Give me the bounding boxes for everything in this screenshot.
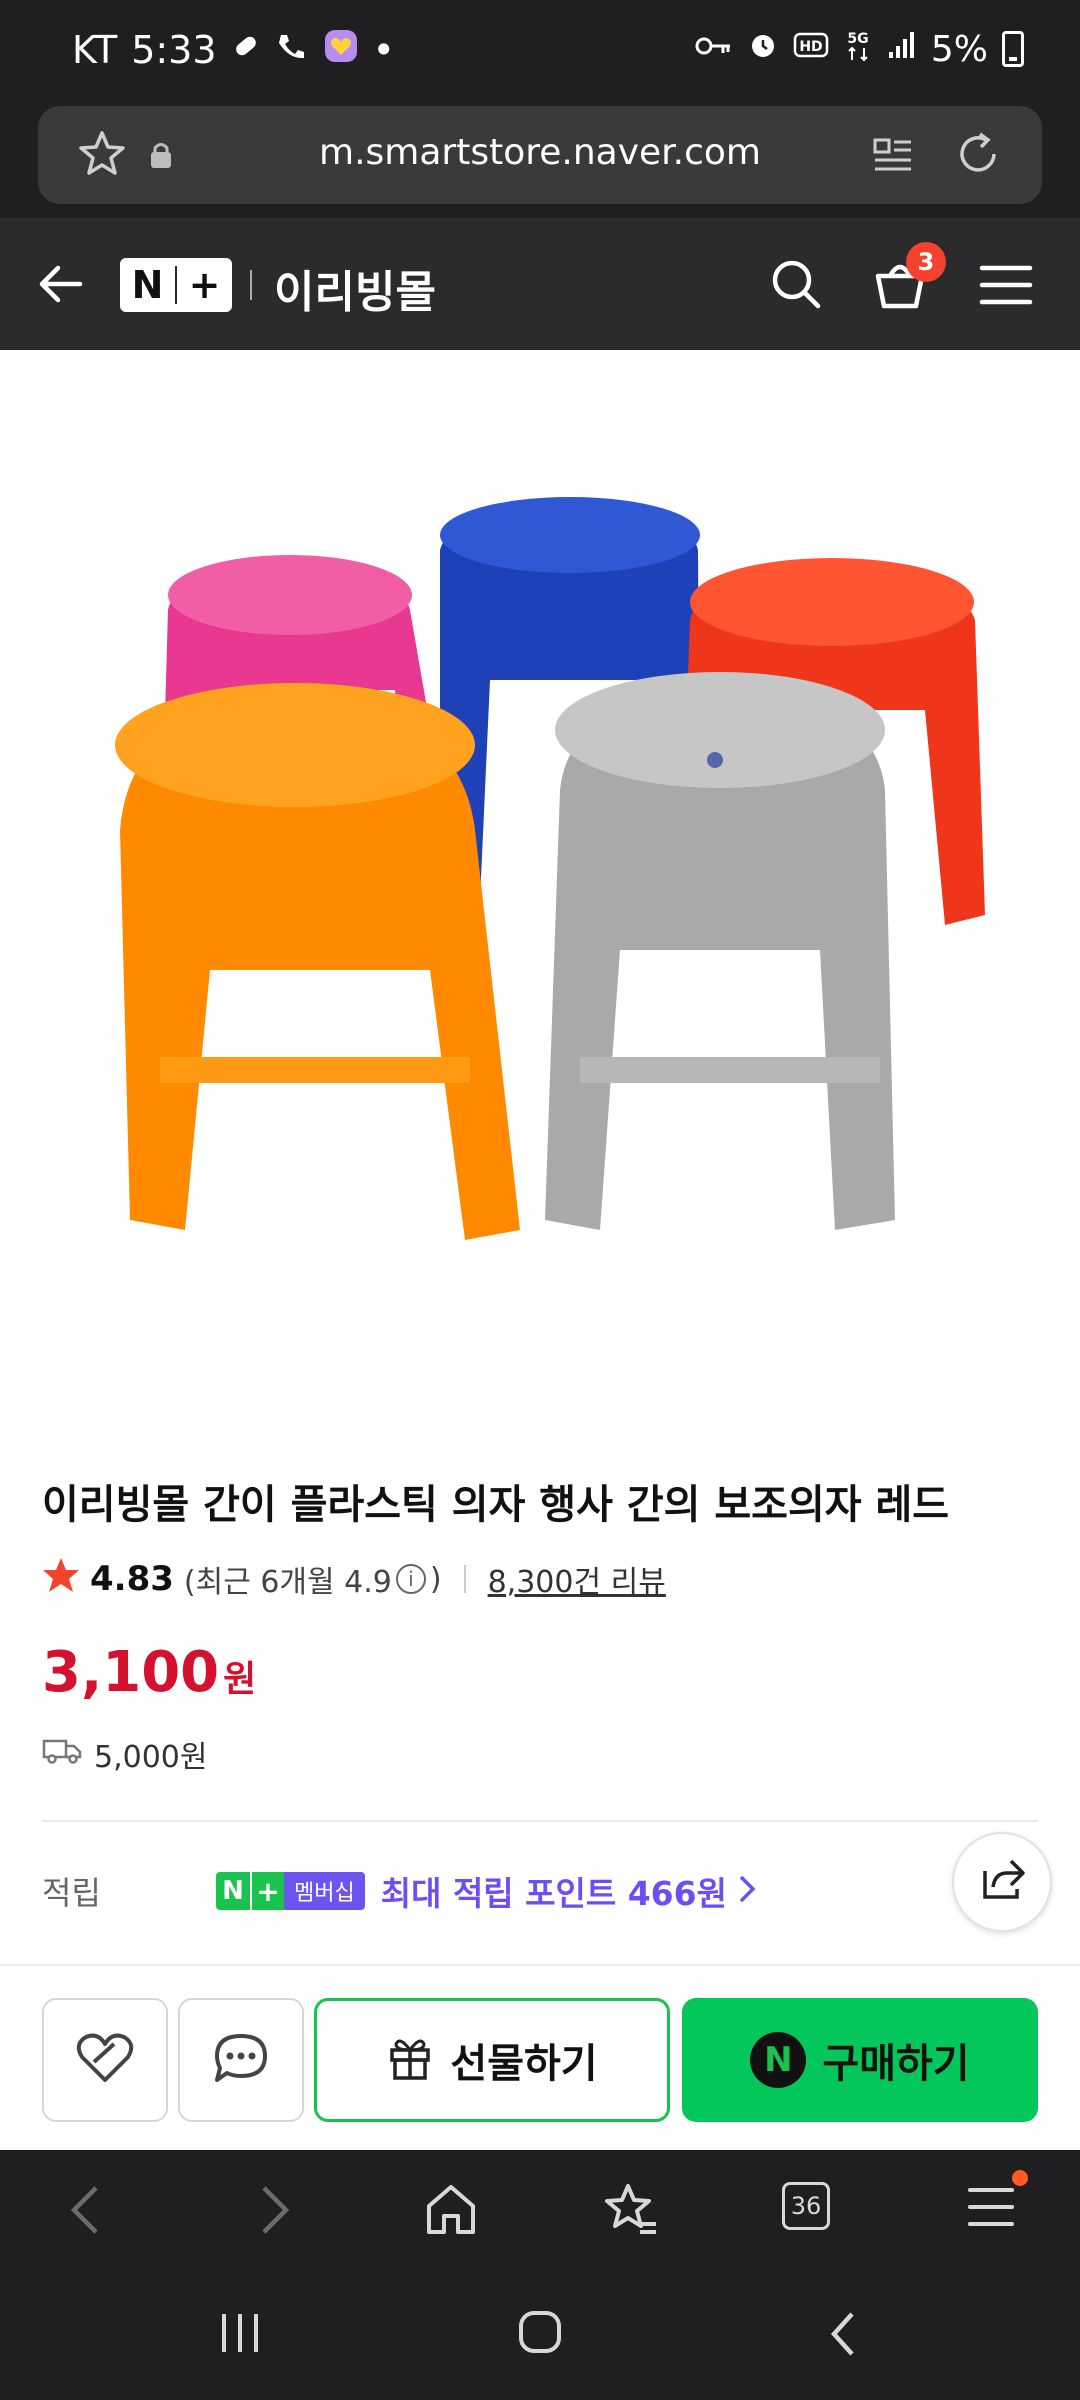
home-nav-icon[interactable] — [516, 2308, 564, 2360]
svg-text:HD: HD — [799, 39, 822, 55]
max-points-text[interactable]: 최대 적립 포인트 466원 — [381, 1867, 727, 1915]
gift-icon — [386, 2034, 434, 2086]
points-row[interactable]: 적립 N + 멤버십 최대 적립 포인트 466원 — [42, 1866, 1042, 1916]
bookmarks-icon[interactable] — [602, 2182, 658, 2242]
product-title: 이리빙몰 간이 플라스틱 의자 행사 간의 보조의자 레드 — [42, 1482, 950, 1528]
recent-apps-icon[interactable] — [218, 2310, 262, 2360]
gift-label: 선물하기 — [450, 2041, 598, 2087]
share-button[interactable] — [952, 1832, 1052, 1932]
svg-text:5G: 5G — [847, 31, 868, 47]
membership-plus: + — [250, 1872, 284, 1910]
status-right: HD 5G 5% — [695, 28, 1024, 70]
alarm-icon — [747, 29, 779, 69]
notification-dot-icon: • — [372, 28, 395, 72]
key-icon — [695, 32, 733, 67]
share-icon — [977, 1857, 1027, 1907]
chevron-right-icon[interactable] — [737, 1873, 757, 1909]
browser-toolbar — [0, 2150, 1080, 2270]
chat-bubble-icon — [211, 2030, 271, 2090]
product-image[interactable] — [0, 350, 1080, 1430]
home-icon[interactable] — [424, 2182, 478, 2242]
browser-back-icon[interactable] — [66, 2182, 106, 2242]
5g-icon: 5G — [843, 28, 873, 70]
status-left: KT 5:33 • — [72, 28, 395, 72]
recent-rating: (최근 6개월 4.9 — [183, 1565, 392, 1600]
gray-stool — [545, 672, 895, 1230]
pill-icon — [231, 31, 261, 69]
menu-icon[interactable] — [978, 262, 1034, 312]
talk-button[interactable] — [178, 1998, 304, 2122]
call-icon — [275, 31, 309, 69]
buy-label: 구매하기 — [822, 2041, 970, 2087]
rating-score: 4.83 — [90, 1559, 174, 1599]
back-nav-icon[interactable] — [826, 2310, 860, 2362]
buy-button[interactable]: N 구매하기 — [682, 1998, 1038, 2122]
delivery-fee: 5,000원 — [94, 1740, 208, 1775]
reader-mode-icon[interactable] — [872, 136, 914, 180]
naver-pay-logo: N — [750, 2032, 807, 2088]
cart-count-badge: 3 — [906, 242, 946, 282]
clock: 5:33 — [131, 28, 217, 72]
hd-icon: HD — [793, 30, 829, 68]
naver-plus-logo[interactable]: N + — [120, 258, 232, 312]
membership-n: N — [216, 1872, 250, 1910]
menu-notification-dot — [1012, 2170, 1028, 2186]
gift-button[interactable]: 선물하기 — [314, 1998, 670, 2122]
tabs-button[interactable]: 36 — [782, 2182, 830, 2230]
battery-percent: 5% — [930, 28, 988, 70]
browser-forward-icon[interactable] — [254, 2182, 294, 2242]
rating-divider — [463, 1565, 466, 1593]
store-name[interactable]: 이리빙몰 — [274, 256, 436, 320]
browser-menu-icon[interactable] — [966, 2182, 1016, 2236]
membership-badge: N + 멤버십 — [216, 1872, 365, 1910]
price: 3,100 원 — [42, 1640, 256, 1705]
info-icon[interactable]: i — [395, 1564, 426, 1594]
store-header: N + 이리빙몰 — [0, 218, 1080, 350]
status-bar: KT 5:33 • HD 5G 5% — [0, 0, 1080, 100]
logo-n: N — [131, 263, 164, 307]
price-value: 3,100 — [42, 1640, 220, 1705]
points-label: 적립 — [42, 1874, 101, 1912]
recent-rating-close: ) — [429, 1561, 442, 1597]
membership-label: 멤버십 — [284, 1872, 365, 1910]
browser-address-area: m.smartstore.naver.com — [0, 100, 1080, 218]
signal-icon — [887, 30, 917, 68]
orange-stool — [115, 683, 520, 1240]
reload-icon[interactable] — [952, 128, 1004, 184]
system-nav-bar — [0, 2270, 1080, 2400]
delivery-fee-row: 5,000원 — [42, 1732, 207, 1776]
logo-plus: + — [188, 263, 221, 307]
search-icon[interactable] — [768, 256, 824, 316]
header-separator — [250, 270, 252, 300]
address-bar[interactable]: m.smartstore.naver.com — [38, 106, 1042, 204]
purchase-action-bar: 선물하기 N 구매하기 — [0, 1964, 1080, 2150]
truck-icon — [42, 1735, 82, 1773]
heart-icon — [74, 2030, 136, 2090]
heart-app-icon — [323, 28, 359, 72]
battery-icon — [1002, 31, 1024, 67]
wishlist-button[interactable] — [42, 1998, 168, 2122]
divider — [42, 1820, 1038, 1822]
star-icon — [42, 1556, 80, 1602]
price-unit: 원 — [223, 1659, 257, 1700]
carrier-label: KT — [72, 28, 118, 72]
review-count-link[interactable]: 8,300건 리뷰 — [488, 1557, 666, 1601]
back-arrow-icon[interactable] — [34, 256, 90, 316]
rating-row: 4.83 (최근 6개월 4.9 i ) 8,300건 리뷰 — [42, 1556, 666, 1602]
